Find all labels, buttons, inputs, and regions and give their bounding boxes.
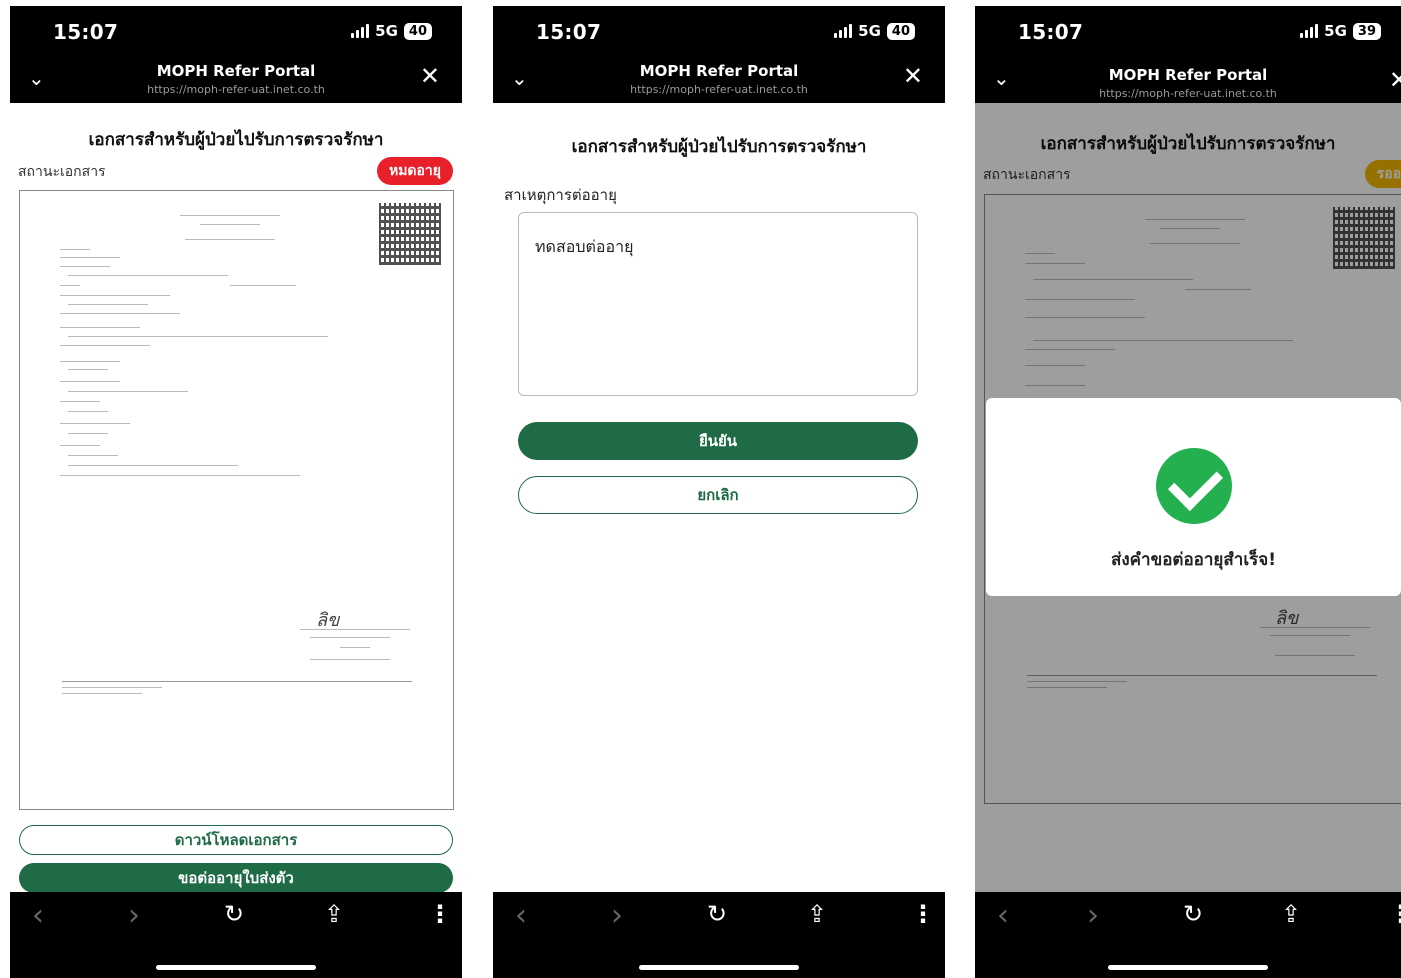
more-icon[interactable]: ⋮ — [911, 900, 935, 928]
check-circle-icon — [1155, 448, 1232, 524]
share-icon[interactable]: ⇪ — [1281, 900, 1301, 928]
close-icon[interactable]: ✕ — [903, 62, 923, 90]
confirm-button[interactable]: ยืนยัน — [518, 422, 918, 460]
download-document-button[interactable]: ดาวน์โหลดเอกสาร — [19, 825, 453, 855]
home-indicator — [156, 965, 316, 970]
share-icon[interactable]: ⇪ — [807, 900, 827, 928]
network-label: 5G — [1324, 22, 1347, 40]
reload-icon[interactable]: ↻ — [224, 900, 244, 928]
network-label: 5G — [375, 22, 398, 40]
browser-header: ⌄ MOPH Refer Portal https://moph-refer-u… — [10, 60, 462, 103]
browser-header: ⌄ MOPH Refer Portal https://moph-refer-u… — [975, 60, 1401, 103]
forward-icon[interactable]: › — [611, 898, 623, 933]
home-indicator — [639, 965, 799, 970]
status-bar: 15:07 5G 40 — [493, 6, 945, 60]
browser-toolbar: ‹ › ↻ ⇪ ⋮ — [975, 892, 1401, 978]
browser-url: https://moph-refer-uat.inet.co.th — [630, 83, 808, 96]
reason-label: สาเหตุการต่ออายุ — [504, 186, 617, 204]
browser-url: https://moph-refer-uat.inet.co.th — [147, 83, 325, 96]
document-status-label: สถานะเอกสาร — [18, 164, 106, 180]
reason-textarea[interactable]: ทดสอบต่ออายุ — [518, 212, 918, 396]
page-title: เอกสารสำหรับผู้ป่วยไปรับการตรวจรักษา — [571, 137, 867, 157]
more-icon[interactable]: ⋮ — [1389, 900, 1401, 928]
signal-icon — [834, 24, 853, 38]
reload-icon[interactable]: ↻ — [707, 900, 727, 928]
forward-icon[interactable]: › — [1087, 898, 1099, 933]
phone-screen-success: 15:07 5G 39 ⌄ MOPH Refer Portal https://… — [975, 6, 1401, 978]
signal-icon — [1300, 24, 1319, 38]
status-bar: 15:07 5G 39 — [975, 6, 1401, 60]
browser-header: ⌄ MOPH Refer Portal https://moph-refer-u… — [493, 60, 945, 103]
browser-title: MOPH Refer Portal — [156, 62, 316, 80]
phone-screen-extend-form: 15:07 5G 40 ⌄ MOPH Refer Portal https://… — [493, 6, 945, 978]
qr-code — [379, 203, 441, 265]
phone-screen-document: 15:07 5G 40 ⌄ MOPH Refer Portal https://… — [10, 6, 462, 978]
cancel-button[interactable]: ยกเลิก — [518, 476, 918, 514]
battery-icon: 40 — [403, 22, 432, 40]
close-icon[interactable]: ✕ — [420, 62, 440, 90]
status-time: 15:07 — [536, 20, 602, 44]
document-preview[interactable]: ลิข — [19, 190, 454, 810]
back-icon[interactable]: ‹ — [997, 898, 1009, 933]
status-time: 15:07 — [53, 20, 119, 44]
signal-icon — [351, 24, 370, 38]
status-badge: หมดอายุ — [376, 157, 453, 185]
battery-icon: 40 — [886, 22, 915, 40]
success-modal: ส่งคำขอต่ออายุสำเร็จ! — [986, 398, 1401, 596]
back-icon[interactable]: ‹ — [515, 898, 527, 933]
close-icon[interactable]: ✕ — [1389, 66, 1401, 94]
extend-referral-button[interactable]: ขอต่ออายุใบส่งตัว — [19, 863, 453, 893]
battery-icon: 39 — [1352, 22, 1381, 40]
browser-url: https://moph-refer-uat.inet.co.th — [1099, 87, 1277, 100]
more-icon[interactable]: ⋮ — [428, 900, 452, 928]
home-indicator — [1108, 965, 1268, 970]
forward-icon[interactable]: › — [128, 898, 140, 933]
page-title: เอกสารสำหรับผู้ป่วยไปรับการตรวจรักษา — [88, 130, 384, 150]
reload-icon[interactable]: ↻ — [1183, 900, 1203, 928]
browser-title: MOPH Refer Portal — [639, 62, 799, 80]
back-icon[interactable]: ‹ — [32, 898, 44, 933]
status-bar: 15:07 5G 40 — [10, 6, 462, 60]
browser-toolbar: ‹ › ↻ ⇪ ⋮ — [493, 892, 945, 978]
status-time: 15:07 — [1018, 20, 1084, 44]
network-label: 5G — [858, 22, 881, 40]
browser-toolbar: ‹ › ↻ ⇪ ⋮ — [10, 892, 462, 978]
browser-title: MOPH Refer Portal — [1108, 66, 1268, 84]
share-icon[interactable]: ⇪ — [324, 900, 344, 928]
success-message: ส่งคำขอต่ออายุสำเร็จ! — [1111, 550, 1276, 570]
